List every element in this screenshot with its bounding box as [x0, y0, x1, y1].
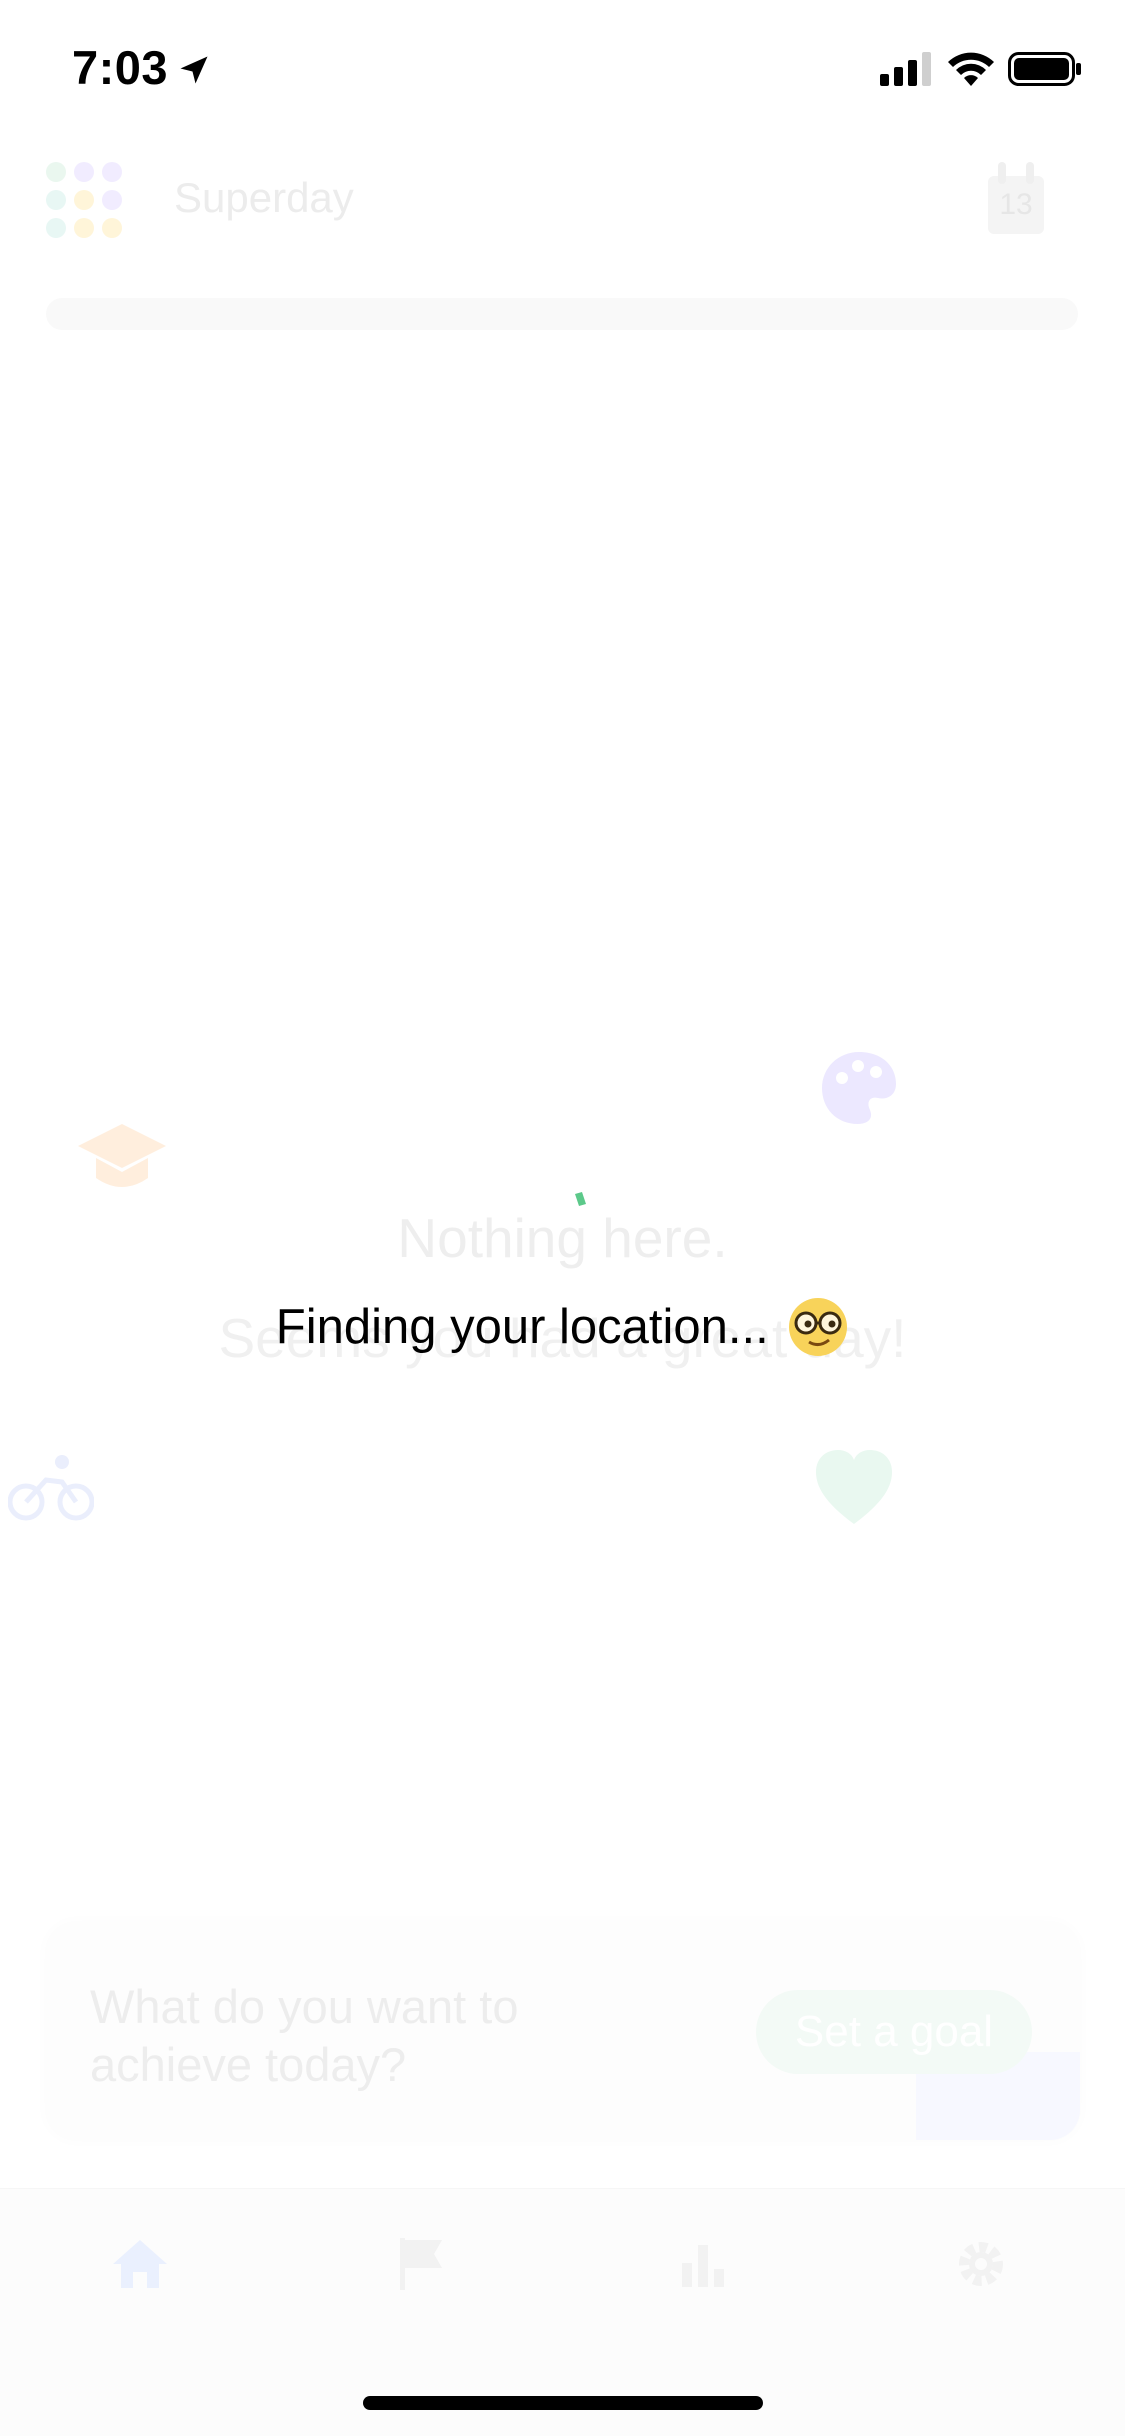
- home-icon: [113, 2240, 167, 2288]
- location-status-message: Finding your location...: [0, 1296, 1125, 1358]
- cellular-signal-icon: [880, 52, 931, 86]
- status-bar: 7:03: [0, 0, 1125, 135]
- tab-stats[interactable]: [668, 2229, 738, 2299]
- bicycle-icon: [8, 1455, 94, 1521]
- tab-settings[interactable]: [946, 2229, 1016, 2299]
- palette-icon: [822, 1052, 896, 1124]
- flag-icon: [400, 2238, 442, 2290]
- app-header: Superday 13: [0, 150, 1125, 250]
- empty-state-title: Nothing here.: [397, 1207, 728, 1269]
- app-title: Superday: [174, 174, 354, 221]
- tab-goals[interactable]: [386, 2229, 456, 2299]
- tab-home[interactable]: [105, 2229, 175, 2299]
- battery-icon: [1008, 52, 1081, 86]
- timeline-progress-bar: [46, 298, 1078, 330]
- gear-icon: [959, 2242, 1003, 2286]
- goal-card: What do you want to achieve today? Set a…: [46, 1922, 1080, 2140]
- bar-chart-icon: [682, 2245, 724, 2287]
- graduation-cap-icon: [78, 1124, 166, 1187]
- calendar-button[interactable]: 13: [988, 162, 1044, 234]
- heart-icon: [816, 1450, 892, 1524]
- nerd-face-icon: [789, 1298, 848, 1356]
- wifi-icon: [948, 52, 994, 86]
- goal-prompt: What do you want to achieve today?: [90, 1980, 519, 2091]
- location-status-text: Finding your location...: [275, 1300, 769, 1354]
- app-logo: [46, 162, 122, 238]
- loading-spinner: [575, 1192, 586, 1206]
- set-goal-button[interactable]: Set a goal: [756, 1990, 1032, 2074]
- home-indicator[interactable]: [363, 2396, 763, 2410]
- location-arrow-icon: [180, 56, 208, 84]
- calendar-day: 13: [999, 188, 1033, 221]
- status-time: 7:03: [72, 41, 169, 94]
